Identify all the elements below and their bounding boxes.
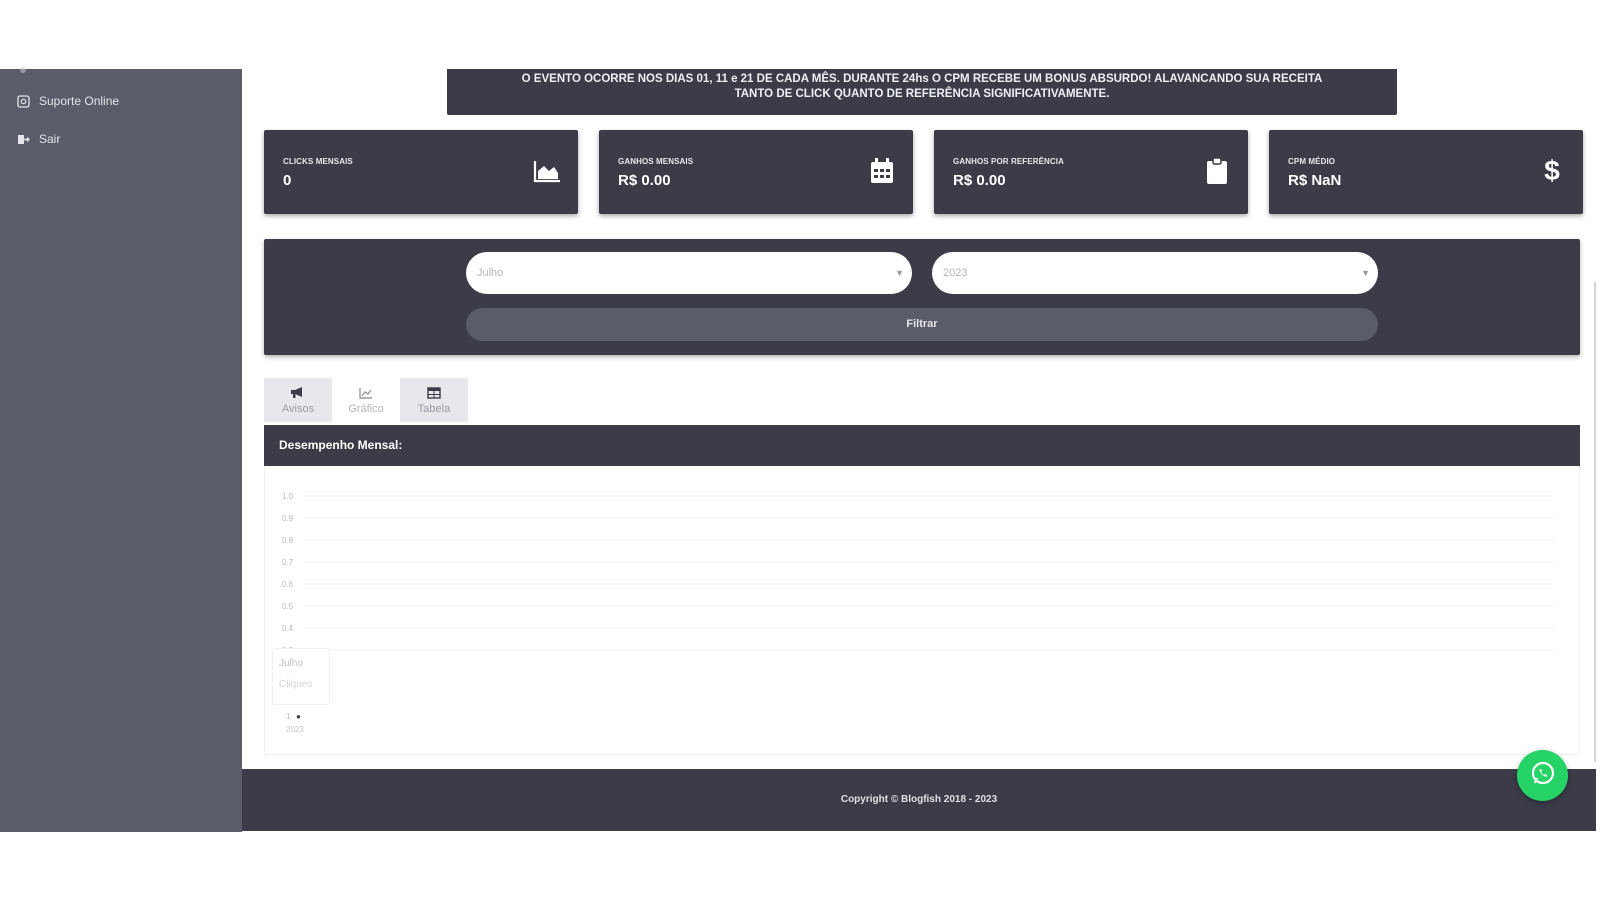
y-tick-label: 0.6 xyxy=(282,580,294,589)
view-tabs: Avisos Gráfico Tabela xyxy=(264,378,468,422)
sidebar-item-hidden-top[interactable] xyxy=(16,65,30,79)
tab-grafico[interactable]: Gráfico xyxy=(332,378,400,422)
line-chart-icon xyxy=(358,386,374,400)
area-chart-icon xyxy=(532,156,562,186)
tab-label: Avisos xyxy=(281,402,315,415)
year-select[interactable]: 2023 ▼ xyxy=(932,252,1378,294)
tab-avisos[interactable]: Avisos xyxy=(264,378,332,422)
y-tick-label: 0.8 xyxy=(282,536,294,545)
banner-line-1: O EVENTO OCORRE NOS DIAS 01, 11 e 21 DE … xyxy=(521,73,1323,85)
sidebar-item-suporte[interactable]: Suporte Online xyxy=(16,94,119,108)
stat-card-label: GANHOS MENSAIS xyxy=(618,157,694,166)
stat-card-clicks: CLICKS MENSAIS 0 xyxy=(264,130,578,214)
calendar-icon xyxy=(867,156,897,186)
whatsapp-button[interactable] xyxy=(1517,750,1568,801)
chart-legend: Julho Cliques xyxy=(272,648,330,705)
stat-card-label: CPM MÉDIO xyxy=(1288,157,1336,166)
user-icon xyxy=(16,65,30,79)
stat-card-value: R$ 0.00 xyxy=(618,172,671,189)
app-root: Suporte Online Sair O EVENTO OCORRE NOS … xyxy=(0,0,1600,900)
tab-tabela[interactable]: Tabela xyxy=(400,378,468,422)
sidebar-item-label: Suporte Online xyxy=(39,94,120,108)
banner-line-2: TANTO DE CLICK QUANTO DE REFERÊNCIA SIGN… xyxy=(734,88,1110,100)
dollar-icon: $ xyxy=(1544,155,1560,186)
y-tick-label: 0.4 xyxy=(282,624,294,633)
x-tick-label: 1 xyxy=(286,712,291,721)
headset-icon xyxy=(16,94,30,108)
y-tick-label: 1.0 xyxy=(282,492,294,501)
whatsapp-icon xyxy=(1530,760,1556,791)
stat-card-value: R$ NaN xyxy=(1288,172,1342,189)
logout-icon xyxy=(16,132,30,146)
chevron-down-icon: ▼ xyxy=(895,268,904,278)
filter-panel: Julho ▼ 2023 ▼ Filtrar xyxy=(264,239,1580,355)
month-select[interactable]: Julho ▼ xyxy=(466,252,912,294)
sidebar-item-label: Sair xyxy=(39,132,61,146)
legend-item: Julho xyxy=(279,658,303,669)
x-axis-label: 2023 xyxy=(286,725,304,734)
megaphone-icon xyxy=(290,386,306,400)
y-tick-label: 0.9 xyxy=(282,514,294,523)
y-tick-label: 0.5 xyxy=(282,602,294,611)
performance-header: Desempenho Mensal: xyxy=(264,425,1580,466)
stat-card-label: GANHOS POR REFERÊNCIA xyxy=(953,157,1064,166)
performance-chart: 1.00.90.80.70.60.50.40.31●2023 xyxy=(282,492,1554,734)
stat-card-label: CLICKS MENSAIS xyxy=(283,157,353,166)
clipboard-icon xyxy=(1202,156,1232,186)
sidebar-item-sair[interactable]: Sair xyxy=(16,132,60,146)
y-tick-label: 0.7 xyxy=(282,558,294,567)
stat-card-cpm: CPM MÉDIO R$ NaN $ xyxy=(1269,130,1583,214)
x-tick-label: ● xyxy=(296,712,301,721)
stat-card-value: R$ 0.00 xyxy=(953,172,1006,189)
stat-card-value: 0 xyxy=(283,172,292,189)
event-banner: O EVENTO OCORRE NOS DIAS 01, 11 e 21 DE … xyxy=(447,69,1397,115)
footer: Copyright © Blogfish 2018 - 2023 xyxy=(242,769,1596,831)
stat-card-referral-earnings: GANHOS POR REFERÊNCIA R$ 0.00 xyxy=(934,130,1248,214)
tab-label: Gráfico xyxy=(348,402,384,415)
table-icon xyxy=(426,386,442,400)
filter-button[interactable]: Filtrar xyxy=(466,308,1378,341)
legend-item: Cliques xyxy=(279,679,313,690)
month-select-value: Julho xyxy=(477,267,504,279)
sidebar: Suporte Online Sair xyxy=(0,67,242,832)
chevron-down-icon: ▼ xyxy=(1361,268,1370,278)
tab-label: Tabela xyxy=(417,402,451,415)
stat-card-monthly-earnings: GANHOS MENSAIS R$ 0.00 xyxy=(599,130,913,214)
year-select-value: 2023 xyxy=(943,267,968,279)
scrollbar[interactable] xyxy=(1594,282,1596,762)
